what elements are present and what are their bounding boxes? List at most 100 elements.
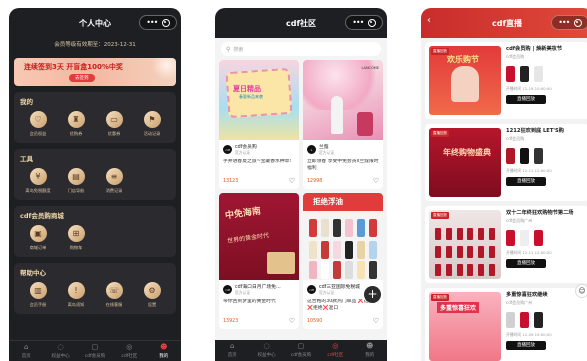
feed-column-left: 夏日精品 春夏新品来袭 cdf cdf会员购 官方认证 手并进春夏之旅~宝藏香水种… <box>219 60 299 333</box>
post-card[interactable]: LANCOME L 兰蔻 官方认证 立即领春 享受中免会员x兰蔻限时福利 1299… <box>303 60 383 189</box>
more-icon[interactable]: ••• <box>146 18 158 27</box>
tab-label: 首页 <box>227 353 237 358</box>
more-icon[interactable]: ••• <box>352 18 364 27</box>
menu-online-service[interactable]: ☏ 在线客服 <box>98 282 130 308</box>
assistant-icon[interactable]: ☺ <box>575 284 587 298</box>
menu-vouchers[interactable]: ♜ 优购券 <box>60 111 92 137</box>
coupon-icon: ▭ <box>105 111 123 128</box>
mini-program-capsule[interactable]: ••• <box>139 15 177 30</box>
heart-icon[interactable]: ♡ <box>289 178 295 185</box>
post-author[interactable]: cdf cdf海口日月广场免… 官方认证 <box>223 283 295 296</box>
menu-label: 商城订单 <box>29 245 47 250</box>
person-graphic <box>331 96 343 134</box>
tab-label: 权益中心 <box>51 354 70 359</box>
menu-tax-free-quota[interactable]: ¥ 离岛免税额度 <box>22 168 54 194</box>
menu-store-navigation[interactable]: ▤ 门店导航 <box>60 168 92 194</box>
heart-icon[interactable]: ♡ <box>373 178 379 185</box>
close-target-icon[interactable] <box>161 18 170 27</box>
post-image[interactable]: 拒绝浮油 <box>303 193 383 280</box>
profile-screen: 个人中心 ••• 会员等级有效期至：2023-12-31 连续签到3天 开盲盒1… <box>9 8 181 361</box>
heart-icon[interactable]: ♡ <box>289 318 295 325</box>
search-input[interactable]: ⚲ 搜索 <box>221 42 381 56</box>
replay-button[interactable]: 直播回放 <box>506 177 546 186</box>
tab-home[interactable]: ⌂ 首页 <box>216 342 248 358</box>
sign-in-banner[interactable]: 连续签到3天 开盲盒100%中奖 去签到 <box>14 58 176 86</box>
post-image[interactable]: LANCOME <box>303 60 383 140</box>
mini-program-capsule[interactable]: ••• <box>551 15 587 30</box>
menu-label: 优购券 <box>69 131 83 136</box>
avatar: cdf <box>223 145 232 154</box>
live-thumbnail[interactable]: 直播回放 <box>429 210 501 279</box>
tab-mine[interactable]: ☻ 我的 <box>354 342 386 358</box>
tab-home[interactable]: ⌂ 首页 <box>10 343 42 359</box>
post-card[interactable]: 拒绝浮油 cdf cdf三亚国际免税城 官方认证 这合格的30款热门单品 ❌这成❌… <box>303 193 383 329</box>
live-card[interactable]: 直播回放 双十二年终狂欢购物节第二场 cdf会员购广州 开播时间 12-11 1… <box>425 206 587 283</box>
post-text: 带你回到梦里的黄金时代 <box>223 299 276 304</box>
benefits-icon: ◌ <box>263 342 270 350</box>
post-card[interactable]: 夏日精品 春夏新品来袭 cdf cdf会员购 官方认证 手并进春夏之旅~宝藏香水种… <box>219 60 299 189</box>
live-host: cdf会员购广州 <box>506 300 533 305</box>
live-thumbnail[interactable]: 直播回放 欢乐购节 <box>429 46 501 115</box>
menu-cart[interactable]: ⊞ 购物车 <box>60 225 92 251</box>
menu-mall-orders[interactable]: ▣ 商城订单 <box>22 225 54 251</box>
mini-program-capsule[interactable]: ••• <box>345 15 383 30</box>
author-name: cdf三亚国际免税城 <box>319 285 360 290</box>
author-verify: 官方认证 <box>235 290 251 295</box>
tab-community[interactable]: ◎ cdf社区 <box>319 342 351 358</box>
live-time: 开播时间 12-09 19:00:00 <box>506 332 552 337</box>
live-host: cdf会员购 <box>506 54 525 59</box>
close-target-icon[interactable] <box>573 18 582 27</box>
like-count: 10590 <box>307 319 323 324</box>
like-count: 13123 <box>223 179 239 184</box>
page-title: cdf社区 <box>286 18 316 28</box>
post-feed: 夏日精品 春夏新品来袭 cdf cdf会员购 官方认证 手并进春夏之旅~宝藏香水种… <box>215 60 387 333</box>
menu-island-notice[interactable]: ! 离岛须知 <box>60 282 92 308</box>
live-products <box>506 148 585 164</box>
replay-button[interactable]: 直播回放 <box>506 341 546 350</box>
post-author[interactable]: cdf cdf会员购 官方认证 <box>223 143 295 156</box>
live-host: cdf会员购 <box>506 136 525 141</box>
tab-mall[interactable]: ▢ cdf会员购 <box>79 343 111 359</box>
menu-activity-records[interactable]: ⚑ 活动记录 <box>136 111 168 137</box>
sign-in-button[interactable]: 去签到 <box>69 74 95 82</box>
tab-mall[interactable]: ▢ cdf会员购 <box>285 342 317 358</box>
manual-icon: ▥ <box>29 282 47 299</box>
post-image[interactable]: 中免海南 世界的黄金时代 <box>219 193 299 280</box>
post-image-title: 夏日精品 <box>233 85 261 93</box>
live-title: 双十二年终狂欢购物节第二场 <box>506 210 574 216</box>
back-chevron-icon[interactable]: ‹ <box>427 16 431 26</box>
tab-benefits[interactable]: ◌ 权益中心 <box>251 342 283 358</box>
community-icon: ◎ <box>126 343 133 351</box>
tab-bar: ⌂ 首页 ◌ 权益中心 ▢ cdf会员购 ◎ cdf社区 ☻ 我的 <box>215 340 387 361</box>
menu-member-manual[interactable]: ▥ 会员手册 <box>22 282 54 308</box>
live-products <box>506 312 585 328</box>
post-image-title: 中免海南 <box>224 206 262 222</box>
section-help: 帮助中心 ▥ 会员手册 ! 离岛须知 ☏ 在线客服 ⚙ 设置 <box>14 263 176 314</box>
menu-member-benefits[interactable]: ♡ 会员权益 <box>22 111 54 137</box>
post-card[interactable]: 中免海南 世界的黄金时代 cdf cdf海口日月广场免… 官方认证 带你回到梦里的… <box>219 193 299 329</box>
post-author[interactable]: L 兰蔻 官方认证 <box>307 143 379 156</box>
post-image[interactable]: 夏日精品 春夏新品来袭 <box>219 60 299 140</box>
host-graphic <box>451 66 479 102</box>
live-thumbnail[interactable]: 直播回放 年终购物盛典 <box>429 128 501 197</box>
tab-mine[interactable]: ☻ 我的 <box>148 343 180 359</box>
live-thumbnail[interactable]: 直播回放 多重惊喜狂欢 <box>429 292 501 361</box>
menu-coupons[interactable]: ▭ 优惠券 <box>98 111 130 137</box>
menu-settings[interactable]: ⚙ 设置 <box>136 282 168 308</box>
live-card[interactable]: 直播回放 多重惊喜狂欢 多重惊喜狂欢继续 cdf会员购广州 开播时间 12-09… <box>425 288 587 361</box>
tab-benefits[interactable]: ◌ 权益中心 <box>45 343 77 359</box>
live-card[interactable]: 直播回放 年终购物盛典 1212狂欢到底 LET'S购 cdf会员购 开播时间 … <box>425 124 587 201</box>
more-icon[interactable]: ••• <box>558 18 570 27</box>
product-shelf <box>435 246 495 258</box>
close-target-icon[interactable] <box>367 18 376 27</box>
tab-community[interactable]: ◎ cdf社区 <box>113 343 145 359</box>
tab-label: 我的 <box>159 354 169 359</box>
heart-icon[interactable]: ♡ <box>373 318 379 325</box>
replay-button[interactable]: 直播回放 <box>506 259 546 268</box>
add-post-button[interactable]: + <box>364 286 381 303</box>
live-time: 开播时间 12-11 12:00:00 <box>506 250 552 255</box>
cart-icon: ⊞ <box>67 225 85 242</box>
menu-purchase-records[interactable]: ≡ 消费记录 <box>98 168 130 194</box>
live-card[interactable]: 直播回放 欢乐购节 cdf会员购 | 焕新美妆节 cdf会员购 开播时间 12-… <box>425 42 587 119</box>
replay-button[interactable]: 直播回放 <box>506 95 546 104</box>
